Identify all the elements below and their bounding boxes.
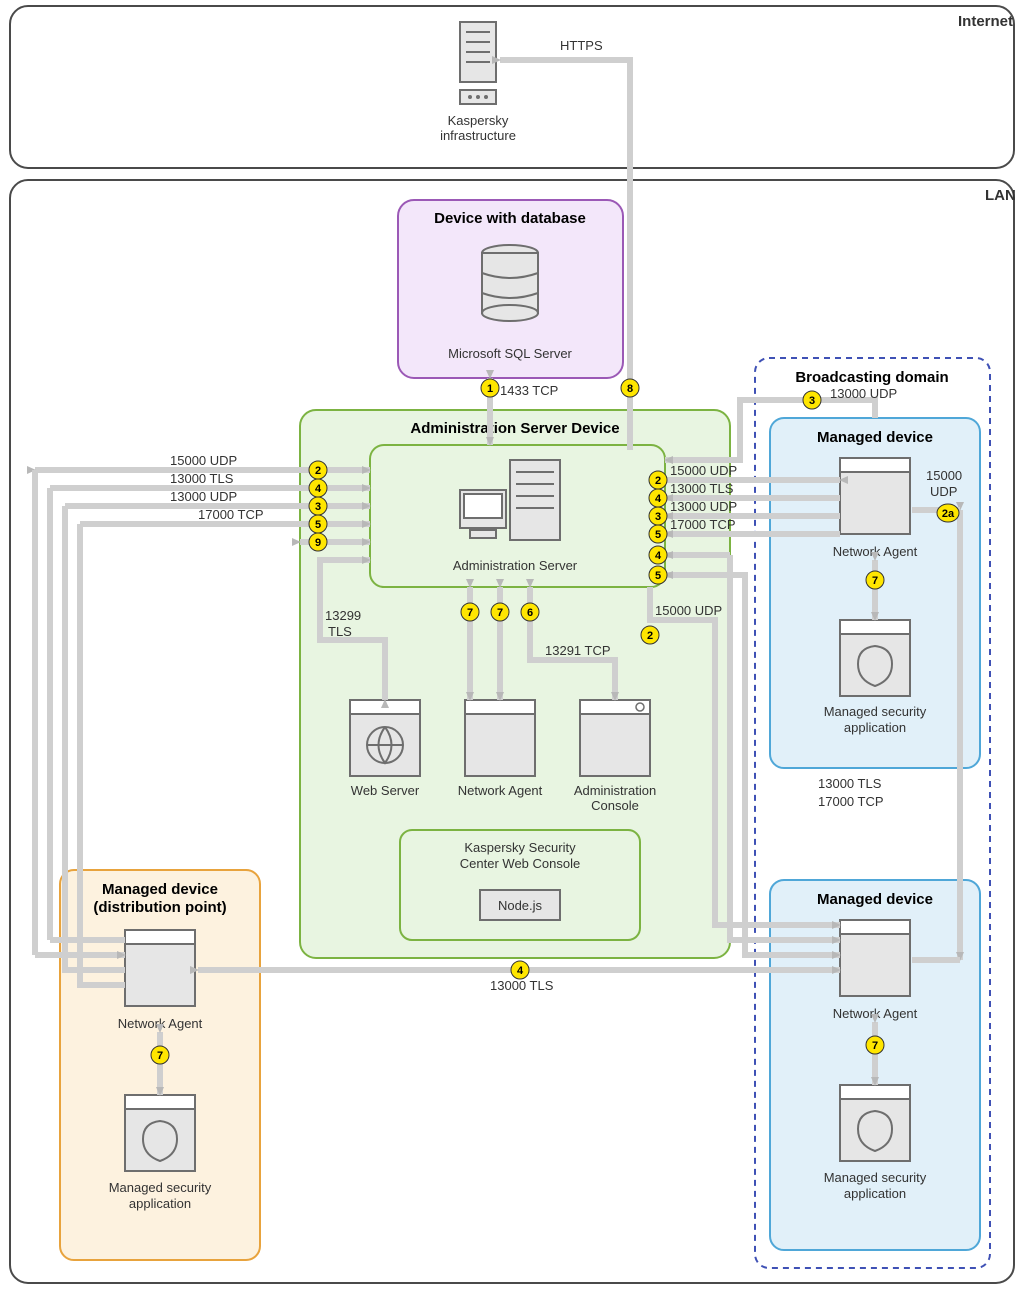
svg-text:15000 UDP: 15000 UDP xyxy=(670,463,737,478)
svg-text:5: 5 xyxy=(655,529,661,541)
zone-internet xyxy=(10,6,1014,168)
svg-text:2: 2 xyxy=(315,465,321,477)
msa-dp-label-2: application xyxy=(129,1196,191,1211)
msa-top-label-2: application xyxy=(844,720,906,735)
admin-console-label-2: Console xyxy=(591,798,639,813)
architecture-diagram: Internet LAN Kaspersky Kaspersky infrast… xyxy=(0,0,1024,1293)
broadcasting-domain-title: Broadcasting domain xyxy=(795,369,948,386)
msa-dp-label-1: Managed security xyxy=(109,1180,212,1195)
svg-text:2: 2 xyxy=(647,630,653,642)
na-bottom-label: Network Agent xyxy=(833,1006,918,1021)
admin-console-label-1: Administration xyxy=(574,783,656,798)
svg-text:7: 7 xyxy=(497,607,503,619)
database-icon xyxy=(482,245,538,321)
net-agent-center-node xyxy=(465,700,535,776)
msa-top-icon xyxy=(840,620,910,696)
svg-text:7: 7 xyxy=(872,575,878,587)
svg-text:15000 UDP: 15000 UDP xyxy=(170,453,237,468)
admin-server-label: Administration Server xyxy=(453,558,578,573)
nodejs-label: Node.js xyxy=(498,898,543,913)
svg-text:17000 TCP: 17000 TCP xyxy=(818,794,884,809)
ksc-web-label-1: Kaspersky Security xyxy=(464,840,576,855)
svg-text:13000 TLS: 13000 TLS xyxy=(490,978,554,993)
svg-text:13000 UDP: 13000 UDP xyxy=(170,489,237,504)
msa-top-label-1: Managed security xyxy=(824,704,927,719)
admin-console-node xyxy=(580,700,650,776)
managed-top-title: Managed device xyxy=(817,429,933,446)
ksc-web-label-2: Center Web Console xyxy=(460,856,580,871)
svg-text:4: 4 xyxy=(655,493,662,505)
svg-text:4: 4 xyxy=(315,483,322,495)
dp-title-1: Managed device xyxy=(102,881,218,898)
zone-lan-label: LAN xyxy=(985,187,1016,204)
svg-text:17000 TCP: 17000 TCP xyxy=(198,507,264,522)
svg-text:TLS: TLS xyxy=(328,624,352,639)
box-db-device-title: Device with database xyxy=(434,210,586,227)
svg-text:13299: 13299 xyxy=(325,608,361,623)
svg-text:13000 UDP: 13000 UDP xyxy=(830,386,897,401)
svg-text:13291 TCP: 13291 TCP xyxy=(545,643,611,658)
svg-text:13000 TLS: 13000 TLS xyxy=(818,776,882,791)
svg-text:7: 7 xyxy=(872,1040,878,1052)
web-server-node xyxy=(350,700,420,776)
svg-text:13000 UDP: 13000 UDP xyxy=(670,499,737,514)
msa-bottom-label-2: application xyxy=(844,1186,906,1201)
svg-text:1: 1 xyxy=(487,383,493,395)
network-agent-top-icon xyxy=(840,458,910,534)
net-agent-center-label: Network Agent xyxy=(458,783,543,798)
edge-https-label: HTTPS xyxy=(560,38,603,53)
box-admin-device-title: Administration Server Device xyxy=(410,420,619,437)
sql-label: Microsoft SQL Server xyxy=(448,346,572,361)
svg-text:15000 UDP: 15000 UDP xyxy=(655,603,722,618)
network-agent-bottom-icon xyxy=(840,920,910,996)
svg-text:UDP: UDP xyxy=(930,484,957,499)
zone-internet-label: Internet xyxy=(958,13,1013,30)
svg-text:2: 2 xyxy=(655,475,661,487)
edge-1433-label: 1433 TCP xyxy=(500,383,558,398)
svg-text:3: 3 xyxy=(655,511,661,523)
svg-text:5: 5 xyxy=(315,519,321,531)
svg-text:infrastructure: infrastructure xyxy=(440,128,516,143)
msa-bottom-label-1: Managed security xyxy=(824,1170,927,1185)
na-top-label: Network Agent xyxy=(833,544,918,559)
svg-text:13000 TLS: 13000 TLS xyxy=(670,481,734,496)
svg-text:3: 3 xyxy=(315,501,321,513)
svg-text:4: 4 xyxy=(517,965,524,977)
msa-dp-icon xyxy=(125,1095,195,1171)
kaspersky-infra xyxy=(460,22,496,104)
svg-text:7: 7 xyxy=(467,607,473,619)
svg-text:3: 3 xyxy=(809,395,815,407)
svg-text:13000 TLS: 13000 TLS xyxy=(170,471,234,486)
network-agent-dp-icon xyxy=(125,930,195,1006)
svg-text:17000 TCP: 17000 TCP xyxy=(670,517,736,532)
msa-bottom-icon xyxy=(840,1085,910,1161)
svg-text:8: 8 xyxy=(627,383,633,395)
managed-bottom-title: Managed device xyxy=(817,891,933,908)
web-server-label: Web Server xyxy=(351,783,420,798)
svg-text:2a: 2a xyxy=(942,508,955,520)
svg-text:5: 5 xyxy=(655,570,661,582)
na-dp-label: Network Agent xyxy=(118,1016,203,1031)
svg-text:6: 6 xyxy=(527,607,533,619)
dp-title-2: (distribution point) xyxy=(93,899,226,916)
svg-text:9: 9 xyxy=(315,537,321,549)
svg-text:7: 7 xyxy=(157,1050,163,1062)
svg-text:4: 4 xyxy=(655,550,662,562)
svg-text:15000: 15000 xyxy=(926,468,962,483)
